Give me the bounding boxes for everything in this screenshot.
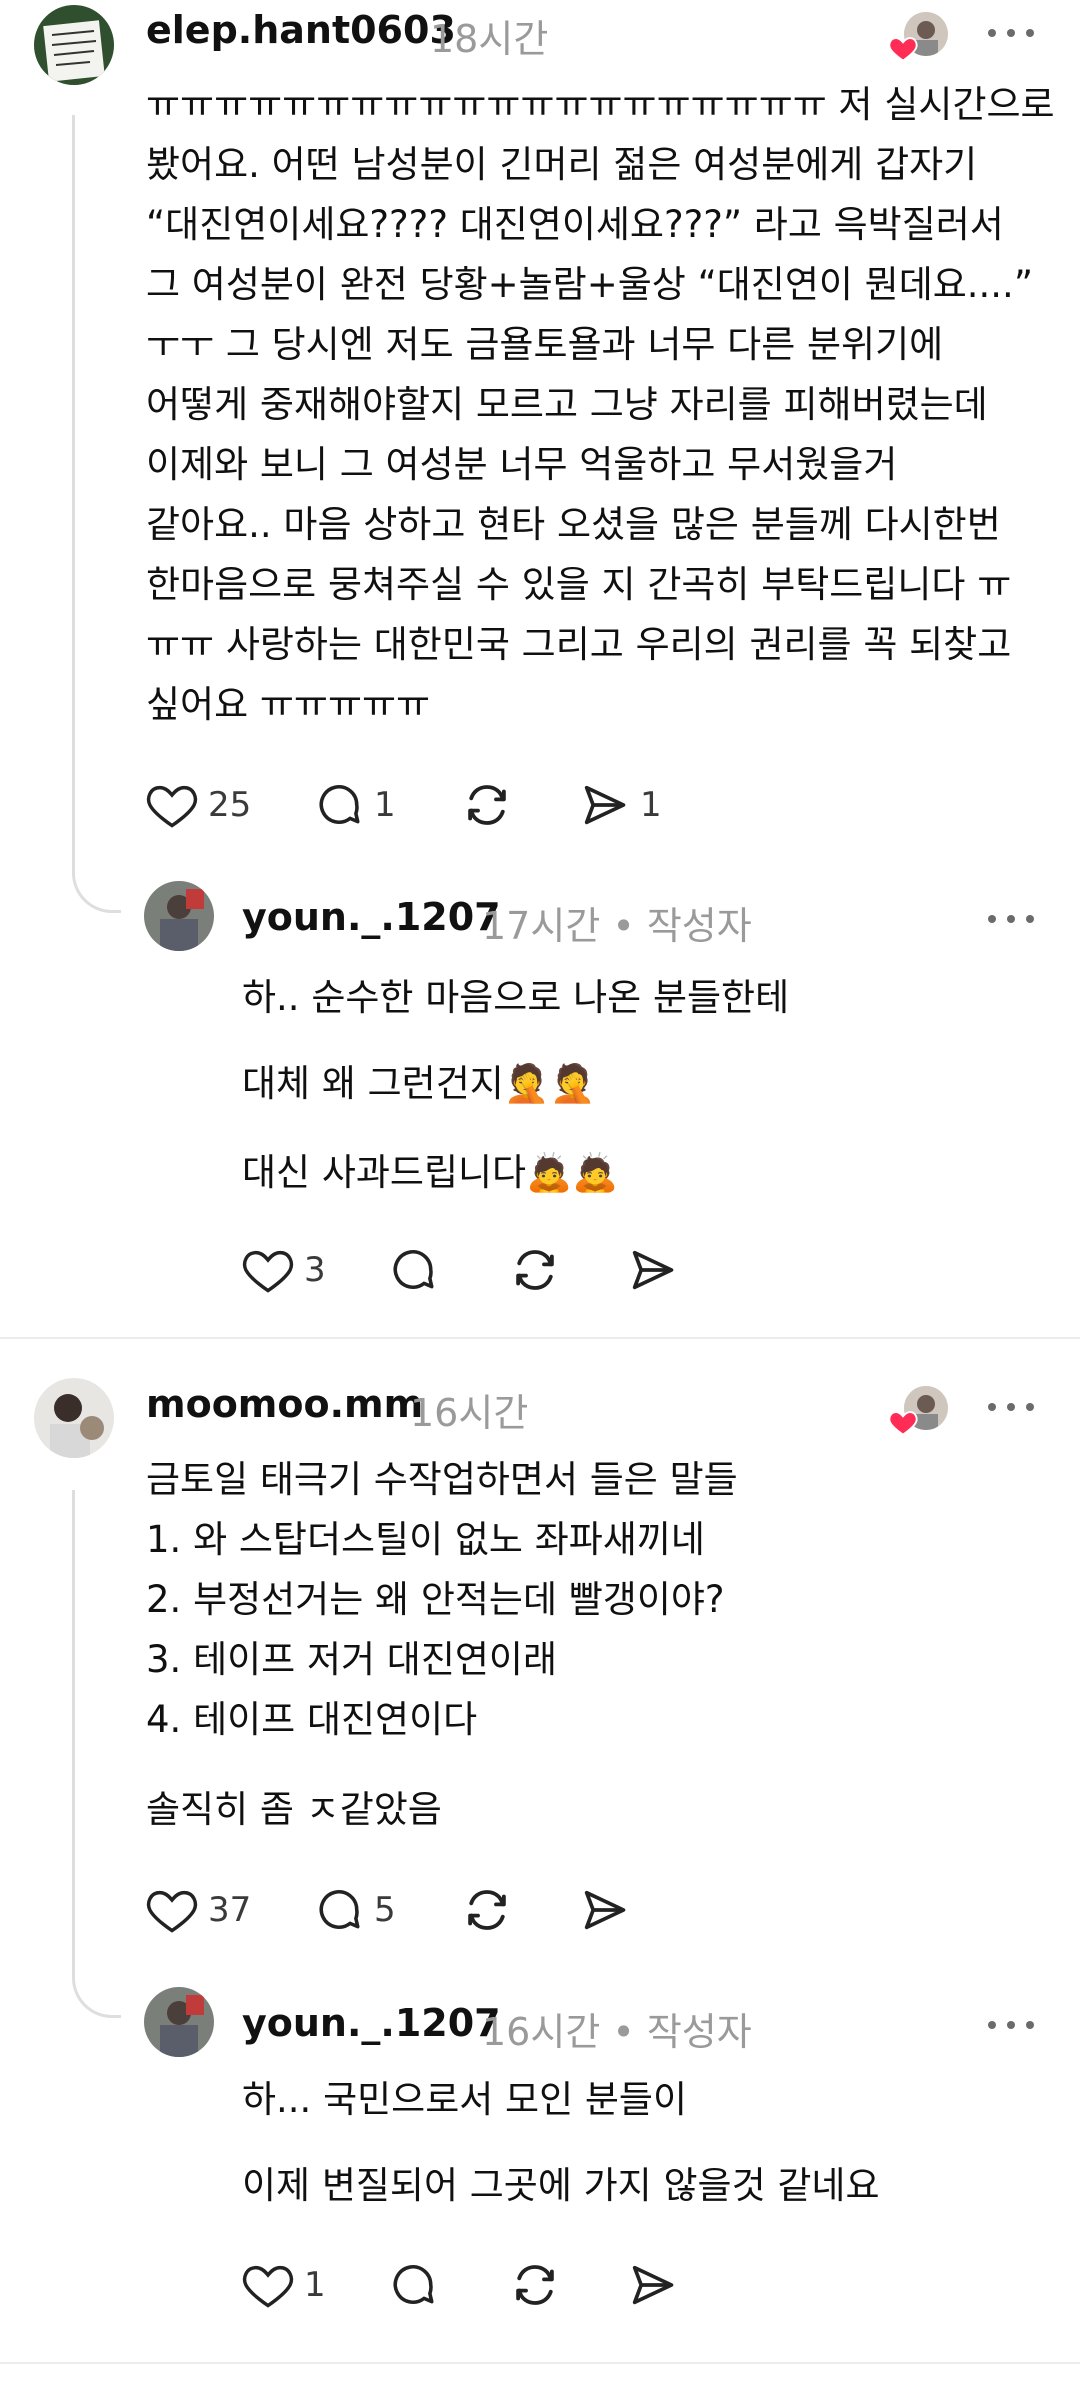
more-horizontal-icon[interactable] — [988, 2018, 1034, 2032]
reply-button[interactable] — [388, 1240, 438, 1300]
action-bar: 25 1 1 — [146, 775, 706, 835]
action-bar: 1 — [242, 2255, 702, 2315]
speech-bubble-icon — [319, 1890, 360, 1929]
comment-body: 이제 변질되어 그곳에 가지 않을것 같네요 — [242, 2156, 880, 2216]
reply-button[interactable]: 1 — [314, 775, 396, 835]
more-horizontal-icon[interactable] — [988, 912, 1034, 926]
comment-body: 하.. 순수한 마음으로 나온 분들한테 — [242, 968, 789, 1028]
reply-count: 5 — [374, 1890, 396, 1930]
heart-icon — [242, 1250, 294, 1293]
share-button[interactable] — [578, 1880, 630, 1940]
like-button[interactable]: 1 — [242, 2255, 326, 2315]
comment-line: 대체 왜 그런건지🤦🤦 — [242, 1062, 596, 1105]
heart-icon — [146, 785, 198, 828]
heart-icon — [146, 1890, 198, 1933]
speech-bubble-icon — [393, 2265, 434, 2304]
repost-button[interactable] — [508, 2255, 562, 2315]
comment-line: 어떻게 중재해야할지 모르고 그냥 자리를 피해버렸는데 — [146, 383, 988, 426]
heart-icon — [888, 34, 918, 66]
repost-button[interactable] — [460, 775, 514, 835]
username[interactable]: youn._.1207 — [242, 895, 501, 939]
comment-line: ㅜㅜ 그 당시엔 저도 금욜토욜과 너무 다른 분위기에 — [146, 323, 944, 366]
comment-line: 같아요.. 마음 상하고 현타 오셨을 많은 분들께 다시한번 — [146, 503, 1001, 546]
share-button[interactable] — [626, 2255, 678, 2315]
comment-line: 금토일 태극기 수작업하면서 들은 말들 — [146, 1458, 738, 1501]
like-button[interactable]: 37 — [146, 1880, 251, 1940]
comment-line: 이제와 보니 그 여성분 너무 억울하고 무서웠을거 — [146, 443, 898, 486]
username[interactable]: youn._.1207 — [242, 2001, 501, 2045]
comment-line: 하... 국민으로서 모인 분들이 — [242, 2078, 688, 2121]
avatar[interactable] — [144, 1987, 214, 2057]
comment-line: 솔직히 좀 ㅈ같았음 — [146, 1788, 442, 1831]
like-button[interactable]: 3 — [242, 1240, 326, 1300]
comment-line: “대진연이세요???? 대진연이세요???” 라고 윽박질러서 — [146, 203, 1004, 246]
share-count: 1 — [640, 785, 662, 825]
divider — [0, 2362, 1080, 2364]
send-icon — [632, 2265, 674, 2305]
speech-bubble-icon — [319, 785, 360, 824]
repost-button[interactable] — [460, 1880, 514, 1940]
action-bar: 37 5 — [146, 1880, 646, 1940]
comment-body: 하... 국민으로서 모인 분들이 — [242, 2070, 687, 2130]
action-bar: 3 — [242, 1240, 702, 1300]
avatar[interactable] — [34, 1378, 114, 1458]
share-button[interactable] — [626, 1240, 678, 1300]
thread-line — [72, 115, 75, 875]
comment-line: ㅠㅠ 사랑하는 대한민국 그리고 우리의 권리를 꼭 되찾고 — [146, 623, 1012, 666]
like-count: 37 — [208, 1890, 252, 1930]
more-horizontal-icon[interactable] — [988, 26, 1034, 40]
comment-line: 하.. 순수한 마음으로 나온 분들한테 — [242, 976, 790, 1019]
timestamp: 16시간 — [410, 1391, 529, 1435]
comment-line: 1. 와 스탑더스틸이 없노 좌파새끼네 — [146, 1518, 705, 1561]
avatar[interactable] — [144, 881, 214, 951]
send-icon — [584, 785, 626, 825]
comment-body: ㅠㅠㅠㅠㅠㅠㅠㅠㅠㅠㅠㅠㅠㅠㅠㅠㅠㅠㅠㅠ 저 실시간으로 봤어요. 어떤 남성분… — [146, 75, 1055, 735]
comment-body: 대신 사과드립니다🙇🙇 — [242, 1143, 618, 1203]
more-horizontal-icon[interactable] — [988, 1400, 1034, 1414]
comment-line: 한마음으로 뭉쳐주실 수 있을 지 간곡히 부탁드립니다 ㅠ — [146, 563, 1012, 606]
heart-icon — [888, 1408, 918, 1440]
comment-line: ㅠㅠㅠㅠㅠㅠㅠㅠㅠㅠㅠㅠㅠㅠㅠㅠㅠㅠㅠㅠ 저 실시간으로 — [146, 83, 1055, 126]
reply-count: 1 — [374, 785, 396, 825]
comment-line: 2. 부정선거는 왜 안적는데 빨갱이야? — [146, 1578, 725, 1621]
repost-button[interactable] — [508, 1240, 562, 1300]
username[interactable]: elep.hant0603 — [146, 8, 456, 52]
username[interactable]: moomoo.mm — [146, 1382, 423, 1426]
comment-line: 이제 변질되어 그곳에 가지 않을것 같네요 — [242, 2164, 880, 2207]
reply-button[interactable]: 5 — [314, 1880, 396, 1940]
send-icon — [584, 1890, 626, 1930]
heart-icon — [242, 2265, 294, 2308]
thread-connector — [72, 840, 121, 913]
thread-line — [72, 1490, 75, 1970]
repost-icon — [516, 2265, 554, 2305]
like-count: 1 — [304, 2265, 326, 2305]
share-button[interactable]: 1 — [578, 775, 662, 835]
reply-button[interactable] — [388, 2255, 438, 2315]
divider — [0, 1337, 1080, 1339]
like-count: 3 — [304, 1250, 326, 1290]
repost-icon — [468, 1890, 506, 1930]
comment-body: 금토일 태극기 수작업하면서 들은 말들 1. 와 스탑더스틸이 없노 좌파새끼… — [146, 1450, 738, 1750]
repost-icon — [468, 785, 506, 825]
avatar[interactable] — [34, 5, 114, 85]
send-icon — [632, 1250, 674, 1290]
speech-bubble-icon — [393, 1250, 434, 1289]
repost-icon — [516, 1250, 554, 1290]
comment-line: 3. 테이프 저거 대진연이래 — [146, 1638, 557, 1681]
comment-line: 대신 사과드립니다🙇🙇 — [242, 1151, 619, 1194]
comment-line: 그 여성분이 완전 당황+놀람+울상 “대진연이 뭔데요....” — [146, 263, 1033, 306]
timestamp: 18시간 — [430, 17, 549, 61]
timestamp: 17시간 • 작성자 — [482, 904, 752, 948]
comment-line: 싶어요 ㅠㅠㅠㅠㅠ — [146, 683, 431, 726]
timestamp: 16시간 • 작성자 — [482, 2010, 752, 2054]
comment-body: 대체 왜 그런건지🤦🤦 — [242, 1054, 596, 1114]
comment-body: 솔직히 좀 ㅈ같았음 — [146, 1780, 442, 1840]
comment-line: 봤어요. 어떤 남성분이 긴머리 젊은 여성분에게 갑자기 — [146, 143, 978, 186]
thread-connector — [72, 1945, 121, 2018]
comment-line: 4. 테이프 대진연이다 — [146, 1698, 478, 1741]
like-button[interactable]: 25 — [146, 775, 251, 835]
like-count: 25 — [208, 785, 252, 825]
